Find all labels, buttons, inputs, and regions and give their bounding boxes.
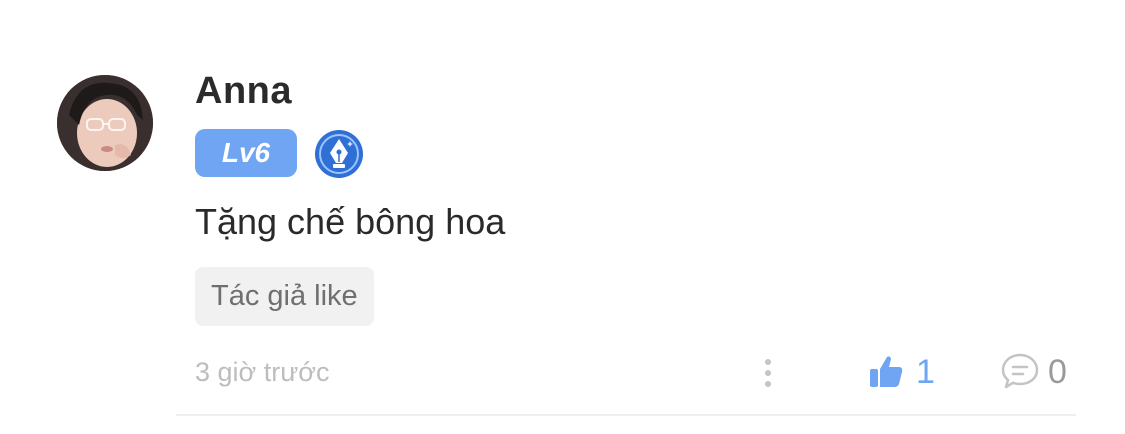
comment-item: Anna Lv6 Tặng chế bông hoa Tác giả like … (0, 0, 1125, 434)
more-vertical-icon (765, 359, 771, 387)
more-options-button[interactable] (755, 352, 781, 396)
level-badge: Lv6 (195, 129, 297, 177)
reply-count: 0 (1048, 352, 1067, 391)
like-count: 1 (916, 352, 935, 391)
avatar[interactable] (57, 75, 153, 171)
thumbs-up-icon (870, 356, 903, 387)
like-button[interactable]: 1 (866, 350, 935, 394)
fountain-pen-icon (314, 129, 364, 179)
username[interactable]: Anna (195, 70, 292, 113)
level-badge-label: Lv6 (221, 137, 271, 168)
divider (176, 414, 1076, 416)
comment-bubble-icon (1001, 353, 1039, 389)
avatar-photo (57, 75, 153, 171)
timestamp: 3 giờ trước (195, 357, 330, 387)
comment-text: Tặng chế bông hoa (195, 201, 506, 242)
reply-button[interactable]: 0 (998, 350, 1067, 394)
author-liked-badge: Tác giả like (195, 267, 374, 326)
author-liked-label: Tác giả like (211, 280, 358, 312)
